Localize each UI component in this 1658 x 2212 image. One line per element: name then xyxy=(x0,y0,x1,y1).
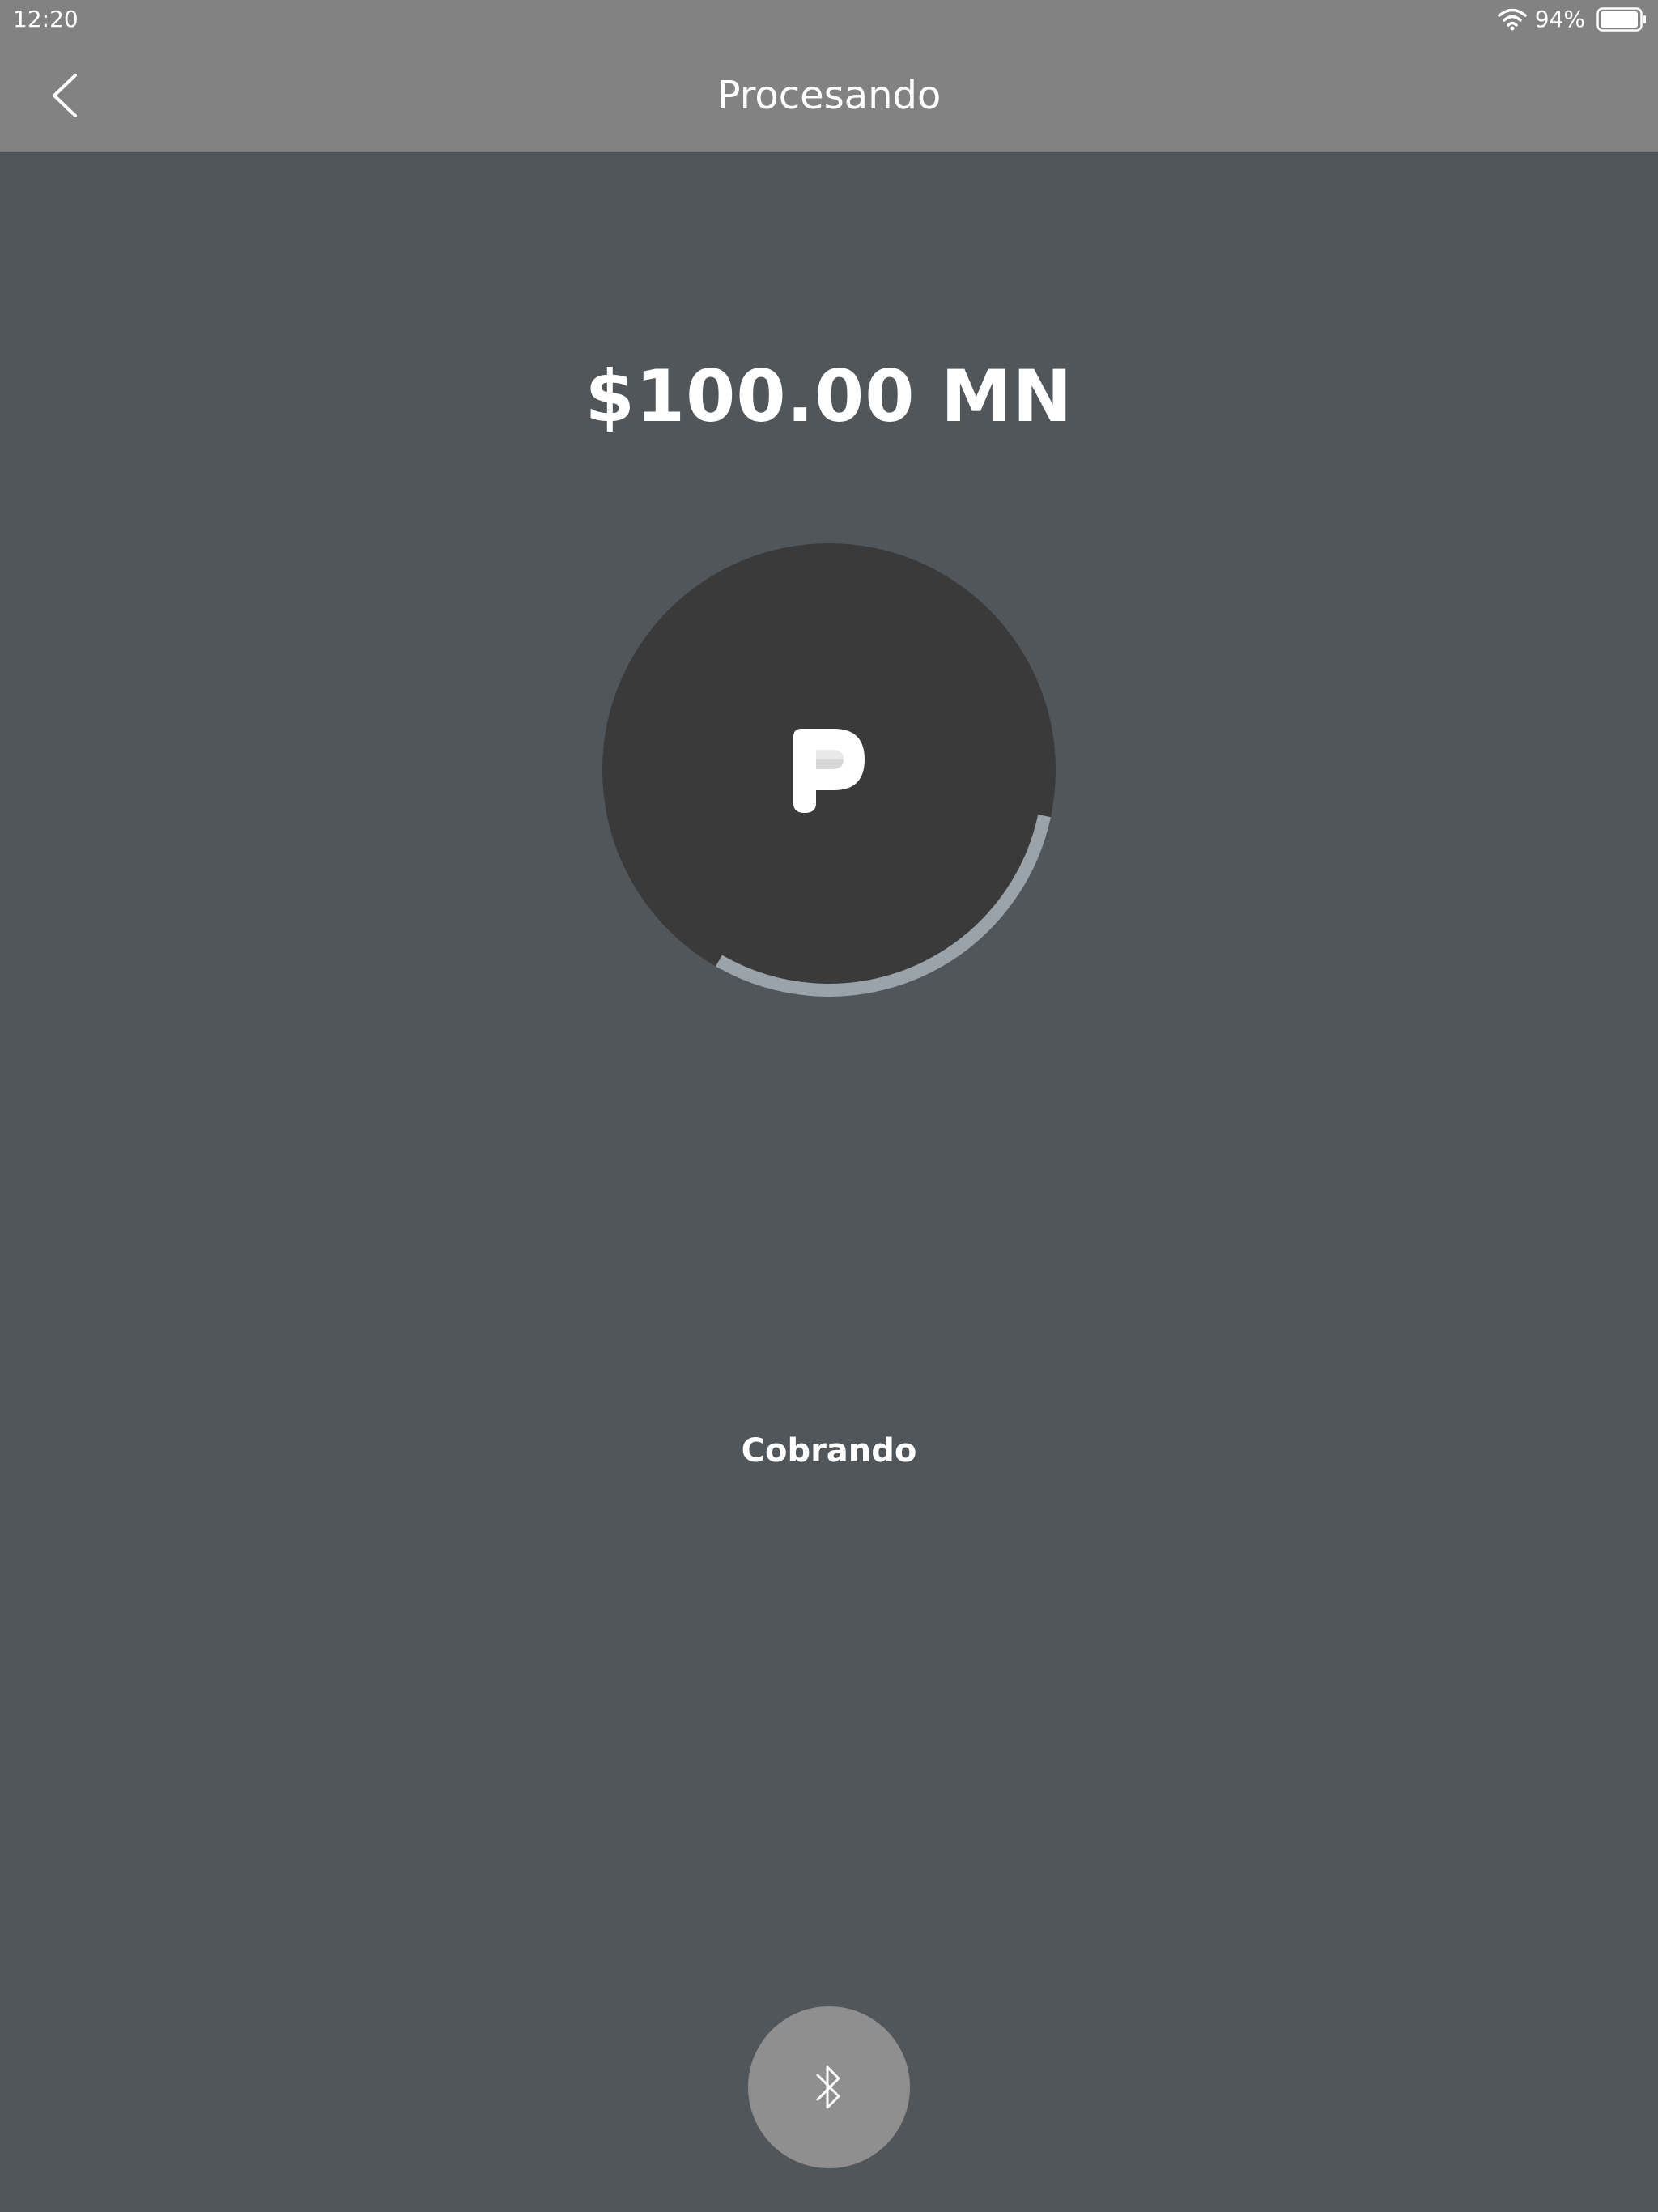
page-title: Procesando xyxy=(716,73,942,118)
battery-percent: 94% xyxy=(1534,6,1585,32)
status-time: 12:20 xyxy=(13,6,79,32)
wifi-icon xyxy=(1498,8,1527,31)
brand-logo xyxy=(793,729,865,813)
bluetooth-button[interactable] xyxy=(748,2006,910,2168)
status-indicators: 94% xyxy=(1498,5,1647,34)
payment-status: Cobrando xyxy=(741,1432,917,1470)
p-logo-icon xyxy=(793,729,865,813)
navigation-bar: Procesando xyxy=(0,39,1658,152)
payment-amount: $100.00 MN xyxy=(585,355,1073,438)
battery-icon xyxy=(1596,7,1646,32)
bluetooth-icon xyxy=(816,2065,840,2109)
status-bar: 12:20 94% xyxy=(0,0,1658,39)
